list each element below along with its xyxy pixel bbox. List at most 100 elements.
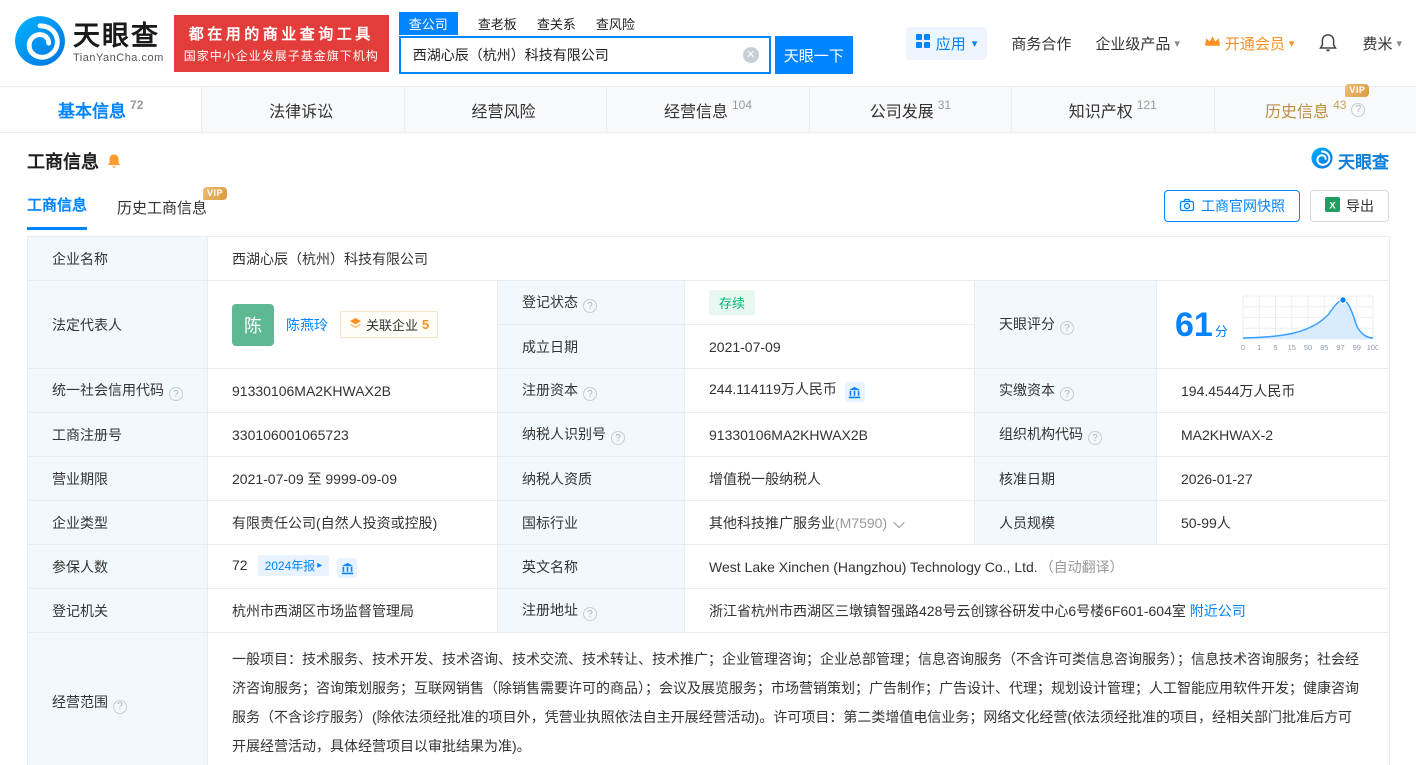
- row-company-type: 企业类型 有限责任公司(自然人投资或控股) 国标行业 其他科技推广服务业(M75…: [27, 500, 1390, 545]
- annual-report-badge[interactable]: 2024年报 ▸: [257, 554, 330, 576]
- notification-bell-icon[interactable]: [1318, 33, 1338, 53]
- search-button[interactable]: 天眼一下: [774, 36, 853, 74]
- field-label: 经营范围: [52, 694, 108, 711]
- row-insured: 参保人数 72 2024年报 ▸ 英文名称 West Lake Xinchen (H…: [27, 544, 1390, 589]
- reg-capital-label-cell: 注册资本: [497, 368, 685, 413]
- reg-capital: 244.114119万人民币: [709, 380, 837, 397]
- search-tab-boss[interactable]: 查老板: [478, 12, 517, 35]
- search-box[interactable]: ✕: [398, 36, 771, 74]
- tab-intellectual-property[interactable]: 知识产权 121: [1012, 87, 1215, 132]
- svg-text:50: 50: [1304, 343, 1312, 352]
- tianyancha-logo[interactable]: 天眼查 TianYanCha.com: [14, 15, 164, 72]
- subtab-business-info[interactable]: 工商信息: [27, 194, 88, 230]
- help-icon[interactable]: [583, 607, 597, 622]
- tab-label: 经营信息: [663, 103, 728, 121]
- industry-label-cell: 国标行业: [497, 500, 685, 545]
- apps-menu[interactable]: 应用 ▾: [905, 26, 988, 60]
- legal-rep-avatar[interactable]: 陈: [232, 303, 274, 346]
- field-label: 纳税人资质: [522, 470, 592, 487]
- menu-enterprise-products[interactable]: 企业级产品 ▾: [1095, 33, 1180, 54]
- search-area: 查公司 查老板 查关系 查风险 ✕ 天眼一下: [398, 11, 853, 74]
- row-authority: 登记机关 杭州市西湖区市场监督管理局 注册地址 浙江省杭州市西湖区三墩镇智强路4…: [27, 588, 1390, 633]
- reg-no-label-cell: 工商注册号: [27, 412, 208, 457]
- subtab-history-business-info[interactable]: 历史工商信息 VIP: [117, 187, 228, 230]
- vip-badge: VIP: [1345, 83, 1370, 97]
- search-tab-company[interactable]: 查公司: [398, 11, 458, 35]
- search-tab-risk[interactable]: 查风险: [596, 12, 635, 35]
- svg-text:100: 100: [1367, 343, 1378, 352]
- score-unit: 分: [1214, 324, 1228, 339]
- help-icon[interactable]: [1351, 102, 1366, 117]
- legal-rep-name-link[interactable]: 陈燕玲: [286, 315, 328, 335]
- credit-code-value-cell: 91330106MA2KHWAX2B: [207, 368, 498, 413]
- approve-label-cell: 核准日期: [974, 456, 1157, 501]
- arrow-right-icon: ▸: [317, 559, 323, 571]
- slogan-banner: 都在用的商业查询工具 国家中小企业发展子基金旗下机构: [173, 14, 389, 72]
- tab-operation-info[interactable]: 经营信息 104: [607, 87, 810, 132]
- insured-count: 72: [232, 556, 248, 573]
- help-icon[interactable]: [611, 431, 625, 446]
- insured-label-cell: 参保人数: [27, 544, 208, 589]
- tab-label: 基本信息: [58, 102, 127, 121]
- bank-icon[interactable]: [337, 558, 358, 579]
- authority-value-cell: 杭州市西湖区市场监督管理局: [207, 588, 498, 633]
- tab-company-development[interactable]: 公司发展 31: [810, 87, 1013, 132]
- tab-label: 法律诉讼: [269, 103, 334, 121]
- search-input[interactable]: [400, 47, 743, 63]
- business-scope: 一般项目：技术服务、技术开发、技术咨询、技术交流、技术转让、技术推广；企业管理咨…: [232, 651, 1359, 754]
- related-companies-badge[interactable]: 关联企业 5: [340, 311, 439, 338]
- svg-text:1: 1: [1257, 343, 1261, 352]
- reg-no-value-cell: 330106001065723: [207, 412, 498, 457]
- chevron-down-icon[interactable]: [893, 516, 905, 528]
- tab-operation-risk[interactable]: 经营风险: [405, 87, 608, 132]
- help-icon[interactable]: [1088, 431, 1102, 446]
- scope-value-cell: 一般项目：技术服务、技术开发、技术咨询、技术交流、技术转让、技术推广；企业管理咨…: [207, 632, 1390, 765]
- tab-history-info[interactable]: 历史信息 43 VIP: [1215, 83, 1416, 132]
- score-link[interactable]: 61 分 0 1 5 15 50 85 97 99 100: [1175, 293, 1379, 356]
- svg-text:15: 15: [1287, 343, 1295, 352]
- svg-text:97: 97: [1336, 343, 1344, 352]
- company-type: 有限责任公司(自然人投资或控股): [232, 514, 438, 531]
- tab-count: 104: [731, 97, 752, 112]
- staff-value-cell: 50-99人: [1156, 500, 1390, 545]
- username: 费米: [1362, 35, 1393, 53]
- svg-text:0: 0: [1241, 343, 1245, 352]
- bank-icon[interactable]: [844, 382, 865, 403]
- paid-capital-value-cell: 194.4544万人民币: [1156, 368, 1390, 413]
- tab-basic-info[interactable]: 基本信息 72: [0, 87, 203, 132]
- monitor-bell-icon[interactable]: [106, 153, 122, 169]
- tab-count: 43: [1333, 97, 1347, 112]
- en-name-label-cell: 英文名称: [497, 544, 685, 589]
- staff-size: 50-99人: [1181, 514, 1231, 531]
- field-label: 人员规模: [999, 514, 1055, 531]
- staff-label-cell: 人员规模: [974, 500, 1157, 545]
- search-tab-relation[interactable]: 查关系: [537, 12, 576, 35]
- field-label: 登记机关: [52, 602, 108, 619]
- term-label-cell: 营业期限: [27, 456, 208, 501]
- help-icon[interactable]: [113, 699, 127, 714]
- field-label: 纳税人识别号: [522, 425, 606, 442]
- business-info-table: 企业名称 西湖心辰（杭州）科技有限公司 法定代表人 陈 陈燕玲 关联企业 5 登…: [27, 236, 1390, 765]
- establish-label-cell: 成立日期: [497, 324, 685, 369]
- nearby-companies-link[interactable]: 附近公司: [1190, 603, 1246, 619]
- menu-open-vip[interactable]: 开通会员 ▾: [1204, 33, 1294, 54]
- tab-legal-litigation[interactable]: 法律诉讼: [202, 87, 405, 132]
- help-icon[interactable]: [583, 387, 597, 402]
- official-snapshot-button[interactable]: 工商官网快照: [1164, 190, 1300, 222]
- field-label: 企业名称: [52, 250, 108, 267]
- help-icon[interactable]: [169, 387, 183, 402]
- legal-rep-label-cell: 法定代表人: [27, 280, 208, 369]
- export-label: 导出: [1346, 198, 1374, 214]
- svg-text:99: 99: [1352, 343, 1360, 352]
- field-label: 工商注册号: [52, 426, 122, 443]
- grid-icon: [915, 34, 930, 52]
- help-icon[interactable]: [1060, 387, 1074, 402]
- help-icon[interactable]: [583, 299, 597, 314]
- clear-search-icon[interactable]: ✕: [742, 47, 759, 63]
- reg-capital-value-cell: 244.114119万人民币: [684, 368, 975, 413]
- export-button[interactable]: X 导出: [1310, 190, 1389, 222]
- menu-cooperation[interactable]: 商务合作: [1011, 33, 1071, 54]
- user-menu[interactable]: 费米 ▾: [1362, 33, 1402, 54]
- help-icon[interactable]: [1060, 321, 1074, 336]
- credit-code-label-cell: 统一社会信用代码: [27, 368, 208, 413]
